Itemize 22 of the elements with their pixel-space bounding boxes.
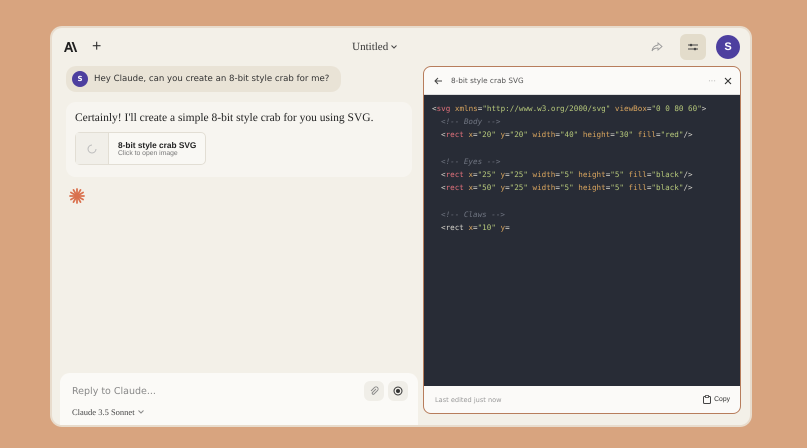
close-icon[interactable] xyxy=(724,76,732,84)
back-arrow-icon[interactable] xyxy=(434,76,443,84)
sliders-icon xyxy=(687,42,699,52)
artifact-title: 8-bit style crab SVG xyxy=(118,140,196,150)
reply-input-field[interactable]: Reply to Claude... xyxy=(72,386,360,396)
window-title[interactable]: Untitled xyxy=(352,41,388,53)
new-chat-button[interactable]: + xyxy=(88,38,106,56)
chevron-icon[interactable] xyxy=(391,45,398,49)
settings-button[interactable] xyxy=(680,34,706,60)
paperclip-icon xyxy=(369,386,379,396)
spinner-icon xyxy=(87,144,97,154)
model-selector[interactable]: Claude 3.5 Sonnet xyxy=(72,407,144,417)
profile-avatar[interactable]: S xyxy=(716,35,740,59)
chevron-icon xyxy=(138,410,144,414)
sparkle-icon xyxy=(68,187,86,205)
record-icon xyxy=(393,386,403,396)
share-arrow-icon xyxy=(651,42,663,52)
user-message-text: Hey Claude, can you create an 8-bit style crab for me? xyxy=(94,74,330,84)
assistant-message-text: Certainly! I'll create a simple 8-bit style crab for you using SVG. xyxy=(75,112,374,124)
clipboard-icon xyxy=(703,395,712,404)
logo-icon[interactable] xyxy=(64,42,78,52)
record-button[interactable] xyxy=(388,381,408,401)
